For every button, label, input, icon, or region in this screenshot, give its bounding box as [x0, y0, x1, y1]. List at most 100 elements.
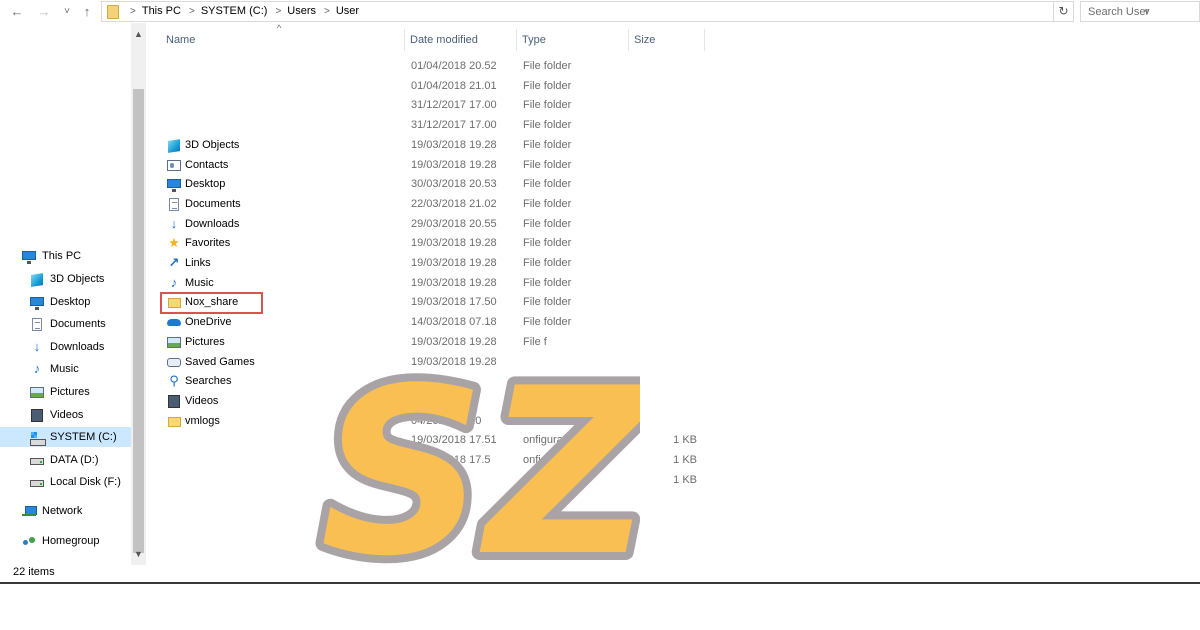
- search-box[interactable]: [1080, 1, 1200, 22]
- file-date-modified: 01/04/2018 21.01: [411, 80, 497, 92]
- file-name[interactable]: 3D Objects: [185, 136, 239, 155]
- sidebar-item-3d-objects[interactable]: 3D Objects: [30, 269, 104, 289]
- file-name[interactable]: Searches: [185, 372, 231, 391]
- column-divider[interactable]: [704, 29, 705, 51]
- file-size: [657, 274, 697, 293]
- sidebar-item-music[interactable]: ♪ Music: [30, 359, 79, 379]
- file-type: File folder: [523, 159, 572, 171]
- file-type: File folder: [523, 237, 572, 249]
- file-row[interactable]: Contacts 19/03/2018 19.28 File folder: [160, 156, 705, 175]
- file-row[interactable]: Videos: [160, 392, 705, 411]
- breadcrumb-separator-icon[interactable]: >: [275, 6, 281, 17]
- sidebar-item-data-d[interactable]: DATA (D:): [30, 450, 98, 470]
- nav-homegroup[interactable]: Homegroup: [22, 531, 99, 551]
- file-date-modified: 30/03/2018 20.53: [411, 178, 497, 190]
- sidebar-item-label: Documents: [50, 318, 106, 330]
- file-row[interactable]: ↗ Links 19/03/2018 19.28 File folder: [160, 254, 705, 273]
- scroll-down-icon[interactable]: ▼: [131, 547, 146, 561]
- status-item-count: 22 items: [13, 566, 55, 578]
- breadcrumb-separator-icon[interactable]: >: [324, 6, 330, 17]
- file-row[interactable]: 31/12/2017 17.00 File folder: [160, 96, 705, 115]
- sidebar-item-desktop[interactable]: Desktop: [30, 292, 90, 312]
- 3d-objects-icon: [167, 139, 181, 153]
- file-name[interactable]: Documents: [185, 195, 241, 214]
- file-row[interactable]: ↓ Downloads 29/03/2018 20.55 File folder: [160, 215, 705, 234]
- breadcrumb-separator-icon[interactable]: >: [130, 6, 136, 17]
- file-type: File folder: [523, 257, 572, 269]
- sidebar-item-label: Local Disk (F:): [50, 476, 121, 488]
- file-date-modified: 19/03/2018 19.28: [411, 159, 497, 171]
- file-row[interactable]: 2018 17 1 KB: [160, 471, 705, 490]
- navigation-scrollbar[interactable]: ▲ ▼: [131, 23, 146, 565]
- file-row[interactable]: 31/12/2017 17.00 File folder: [160, 116, 705, 135]
- file-row[interactable]: 3D Objects 19/03/2018 19.28 File folder: [160, 136, 705, 155]
- file-name[interactable]: Desktop: [185, 175, 225, 194]
- file-size: [657, 215, 697, 234]
- file-row[interactable]: ⚲ Searches 19/03: [160, 372, 705, 391]
- sidebar-item-system-c[interactable]: SYSTEM (C:): [0, 427, 131, 447]
- sidebar-item-label: SYSTEM (C:): [50, 431, 117, 443]
- breadcrumb-item[interactable]: This PC: [142, 5, 181, 17]
- file-name[interactable]: Saved Games: [185, 353, 255, 372]
- sidebar-item-local-disk-f[interactable]: Local Disk (F:): [30, 472, 121, 492]
- file-row[interactable]: Pictures 19/03/2018 19.28 File f: [160, 333, 705, 352]
- file-row[interactable]: 19/03/2018 17.51 onfiguration sett... 1 KB: [160, 431, 705, 450]
- file-size: [657, 313, 697, 332]
- file-name[interactable]: Links: [185, 254, 211, 273]
- sidebar-item-pictures[interactable]: Pictures: [30, 382, 90, 402]
- file-name[interactable]: Music: [185, 274, 214, 293]
- sidebar-item-downloads[interactable]: ↓ Downloads: [30, 337, 105, 357]
- file-name[interactable]: vmlogs: [185, 412, 220, 431]
- sidebar-item-videos[interactable]: Videos: [30, 405, 83, 425]
- nav-this-pc[interactable]: This PC: [22, 246, 81, 266]
- file-type: File folder: [523, 178, 572, 190]
- file-name[interactable]: Videos: [185, 392, 218, 411]
- sidebar-item-label: Downloads: [50, 341, 105, 353]
- scroll-up-icon[interactable]: ▲: [131, 27, 146, 41]
- file-type: File folder: [523, 316, 572, 328]
- breadcrumb-item[interactable]: SYSTEM (C:): [201, 5, 268, 17]
- back-arrow-icon[interactable]: ←: [8, 3, 26, 20]
- downloads-icon: ↓: [170, 216, 178, 231]
- scrollbar-thumb[interactable]: [133, 89, 144, 553]
- recent-locations-chevron-icon[interactable]: ˅: [60, 3, 74, 20]
- file-size: [657, 333, 697, 352]
- file-row[interactable]: Desktop 30/03/2018 20.53 File folder: [160, 175, 705, 194]
- file-name[interactable]: Contacts: [185, 156, 228, 175]
- column-header-type[interactable]: Type: [517, 29, 628, 51]
- file-row[interactable]: OneDrive 14/03/2018 07.18 File folder: [160, 313, 705, 332]
- file-name[interactable]: Downloads: [185, 215, 239, 234]
- file-row[interactable]: 19/03/2018 17.5 onfiguration sett... 1 KB: [160, 451, 705, 470]
- file-name[interactable]: Pictures: [185, 333, 225, 352]
- file-name[interactable]: OneDrive: [185, 313, 231, 332]
- file-type: lder: [523, 415, 542, 427]
- file-row[interactable]: ♪ Music 19/03/2018 19.28 File folder: [160, 274, 705, 293]
- address-bar[interactable]: > This PC > SYSTEM (C:) > Users > User ˅: [101, 1, 1150, 22]
- column-header-size[interactable]: Size: [629, 29, 704, 51]
- file-row[interactable]: 01/04/2018 20.52 File folder: [160, 57, 705, 76]
- file-row[interactable]: Saved Games 19/03/2018 19.28: [160, 353, 705, 372]
- nav-item-label: This PC: [42, 250, 82, 262]
- column-header-date-modified[interactable]: Date modified: [405, 29, 516, 51]
- file-name[interactable]: Favorites: [185, 234, 230, 253]
- file-row[interactable]: Documents 22/03/2018 21.02 File folder: [160, 195, 705, 214]
- column-header-name[interactable]: Name: [161, 29, 404, 51]
- sidebar-item-documents[interactable]: Documents: [30, 314, 106, 334]
- forward-arrow-icon[interactable]: →: [35, 3, 53, 20]
- up-arrow-icon[interactable]: ↑: [79, 3, 95, 20]
- file-size: [657, 293, 697, 312]
- nav-network[interactable]: Network: [22, 501, 82, 521]
- file-size: 1 KB: [673, 434, 697, 446]
- file-row[interactable]: vmlogs 04/2018 21.10 lder: [160, 412, 705, 431]
- file-type: File folder: [523, 80, 572, 92]
- breadcrumb-separator-icon[interactable]: >: [189, 6, 195, 17]
- file-date-modified: 19/03/2018 19.28: [411, 237, 497, 249]
- file-row[interactable]: 01/04/2018 21.01 File folder: [160, 77, 705, 96]
- search-input[interactable]: [1081, 2, 1199, 21]
- drive-icon: [30, 476, 44, 489]
- breadcrumb-item[interactable]: User: [336, 5, 359, 17]
- file-row[interactable]: ★ Favorites 19/03/2018 19.28 File folder: [160, 234, 705, 253]
- refresh-icon[interactable]: ↻: [1054, 1, 1074, 22]
- breadcrumb-item[interactable]: Users: [287, 5, 316, 17]
- system-drive-icon: [30, 431, 46, 446]
